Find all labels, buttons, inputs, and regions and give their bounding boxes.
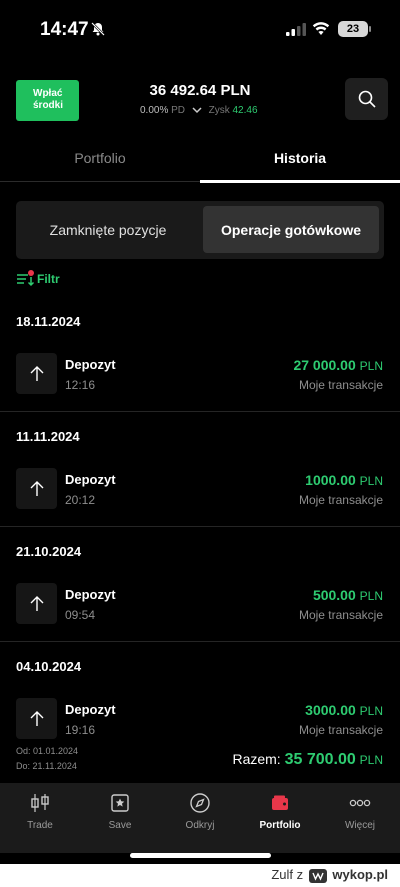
nav-label: Trade xyxy=(27,820,53,831)
transaction-amount: 3000.00 PLN xyxy=(305,702,383,718)
amount-currency: PLN xyxy=(359,359,383,373)
nav-save[interactable]: Save xyxy=(80,792,160,831)
nav-portfolio[interactable]: Portfolio xyxy=(240,792,320,831)
amount-value: 1000.00 xyxy=(305,472,356,488)
total-value: 35 700.00 xyxy=(284,751,356,768)
date-header: 04.10.2024 xyxy=(16,659,82,674)
deposit-icon-box xyxy=(16,468,57,509)
balance-subline[interactable]: 0.00% PD Zysk 42.46 xyxy=(140,105,258,116)
change-percent: 0.00% xyxy=(140,105,169,116)
arrow-up-icon xyxy=(30,710,43,726)
transaction-title[interactable]: Depozyt xyxy=(65,472,116,487)
transaction-time: 12:16 xyxy=(65,378,96,392)
transaction-amount: 1000.00 PLN xyxy=(305,472,383,488)
watermark-site: wykop.pl xyxy=(332,867,388,882)
amount-currency: PLN xyxy=(359,589,383,603)
row-divider xyxy=(0,411,400,412)
transaction-time: 19:16 xyxy=(65,723,96,737)
tab-historia[interactable]: Historia xyxy=(200,150,400,166)
segment-cash-operations[interactable]: Operacje gotówkowe xyxy=(203,206,379,253)
amount-currency: PLN xyxy=(359,474,383,488)
transaction-source: Moje transakcje xyxy=(298,608,383,622)
search-button[interactable] xyxy=(345,78,388,120)
trade-icon xyxy=(31,794,49,812)
amount-currency: PLN xyxy=(359,704,383,718)
chevron-down-icon[interactable] xyxy=(192,107,202,114)
signal-icon xyxy=(286,23,306,36)
amount-value: 500.00 xyxy=(312,587,356,603)
battery-tip xyxy=(369,26,371,32)
compass-icon xyxy=(190,793,210,813)
transaction-time: 09:54 xyxy=(65,608,96,622)
wifi-icon xyxy=(312,22,330,35)
nav-label: Portfolio xyxy=(259,820,301,831)
transaction-source: Moje transakcje xyxy=(298,723,383,737)
tab-portfolio[interactable]: Portfolio xyxy=(0,150,200,166)
transaction-source: Moje transakcje xyxy=(298,378,383,392)
save-icon xyxy=(111,794,129,812)
transaction-title[interactable]: Depozyt xyxy=(65,702,116,717)
amount-value: 27 000.00 xyxy=(293,357,356,373)
deposit-label-line2: środki xyxy=(33,100,64,111)
transaction-time: 20:12 xyxy=(65,493,96,507)
more-icon xyxy=(349,799,371,807)
date-header: 11.11.2024 xyxy=(16,429,80,444)
total-label: Razem: xyxy=(232,751,281,767)
wallet-icon xyxy=(272,795,288,810)
nav-label: Odkryj xyxy=(185,820,215,831)
battery-level: 23 xyxy=(338,21,368,37)
active-tab-indicator xyxy=(200,180,400,183)
date-header: 18.11.2024 xyxy=(16,314,81,329)
row-divider xyxy=(0,641,400,642)
account-balance: 36 492.64 PLN xyxy=(149,82,251,99)
arrow-up-icon xyxy=(30,480,43,496)
deposit-icon-box xyxy=(16,698,57,739)
change-period: PD xyxy=(171,105,186,116)
home-indicator xyxy=(130,853,271,858)
amount-value: 3000.00 xyxy=(305,702,356,718)
date-header: 21.10.2024 xyxy=(16,544,82,559)
transaction-title[interactable]: Depozyt xyxy=(65,357,116,372)
filter-label[interactable]: Filtr xyxy=(37,272,60,286)
arrow-up-icon xyxy=(30,365,43,381)
total-currency: PLN xyxy=(359,753,383,767)
profit-label: Zysk xyxy=(208,105,230,116)
bell-muted-icon xyxy=(91,22,105,36)
transaction-amount: 500.00 PLN xyxy=(313,587,383,603)
range-to: Do: 21.11.2024 xyxy=(16,761,77,771)
row-divider xyxy=(0,526,400,527)
deposit-icon-box xyxy=(16,583,57,624)
nav-label: Więcej xyxy=(344,820,375,831)
wykop-logo-icon xyxy=(308,868,327,883)
deposit-icon-box xyxy=(16,353,57,394)
segment-closed-positions[interactable]: Zamknięte pozycje xyxy=(16,201,200,259)
watermark-user: Zulf xyxy=(271,867,294,882)
search-icon xyxy=(358,90,376,108)
status-time: 14:47 xyxy=(40,19,89,40)
arrow-up-icon xyxy=(30,595,43,611)
nav-odkryj[interactable]: Odkryj xyxy=(160,792,240,831)
profit-value: 42.46 xyxy=(232,105,258,116)
nav-trade[interactable]: Trade xyxy=(0,792,80,831)
filter-icon[interactable] xyxy=(16,270,36,288)
transaction-source: Moje transakcje xyxy=(298,493,383,507)
nav-wiecej[interactable]: Więcej xyxy=(320,792,400,831)
transaction-title[interactable]: Depozyt xyxy=(65,587,116,602)
transaction-amount: 27 000.00 PLN xyxy=(293,357,383,373)
total-summary: Razem: 35 700.00 PLN xyxy=(232,751,383,769)
watermark: Zulf z wykop.pl xyxy=(271,867,388,883)
nav-label: Save xyxy=(108,820,132,831)
range-from: Od: 01.01.2024 xyxy=(16,746,79,756)
